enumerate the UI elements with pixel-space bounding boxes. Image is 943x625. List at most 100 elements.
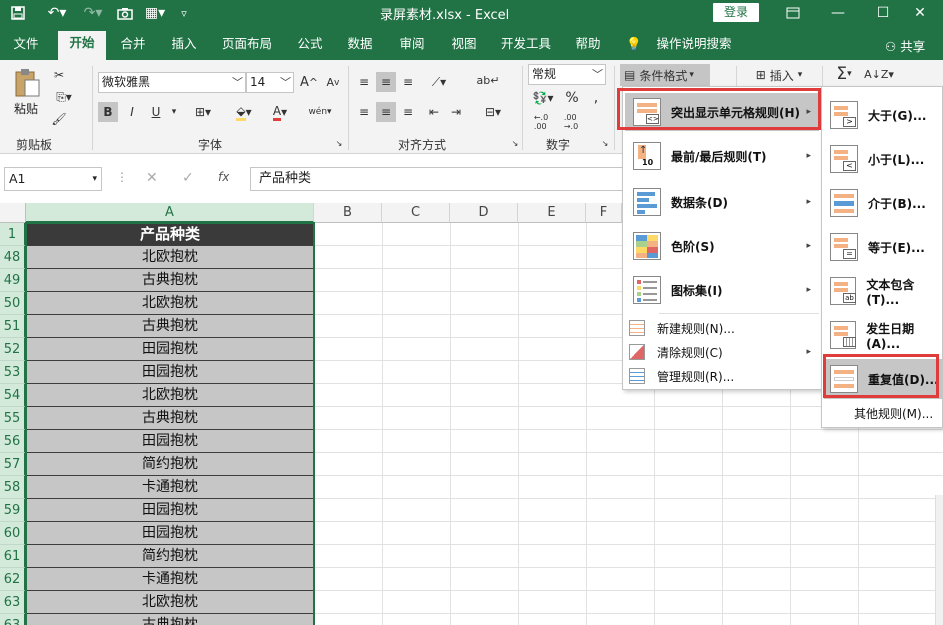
table-row[interactable]: 古典抱枕 (26, 315, 314, 338)
tab-page-layout[interactable]: 页面布局 (218, 32, 276, 60)
insert-cells-button[interactable]: ⊞ 插入 ▾ (744, 64, 814, 86)
tab-merge[interactable]: 合并 (116, 32, 150, 60)
row-header[interactable]: 63 (0, 614, 26, 625)
fill-color-icon[interactable]: ⬙ ▾ (228, 102, 260, 122)
table-row[interactable]: 古典抱枕 (26, 269, 314, 292)
align-middle-icon[interactable]: ≡ (376, 72, 396, 92)
table-row[interactable]: 简约抱枕 (26, 453, 314, 476)
close-icon[interactable]: ✕ (897, 0, 943, 26)
align-right-icon[interactable]: ≡ (398, 102, 418, 122)
confirm-icon[interactable]: ✓ (182, 170, 194, 186)
undo-icon[interactable]: ↶▾ (44, 3, 70, 23)
name-box[interactable]: A1 ▾ (4, 167, 102, 191)
vertical-scrollbar[interactable] (935, 495, 943, 625)
decrease-font-icon[interactable]: Av (322, 72, 344, 93)
row-header[interactable]: 52 (0, 338, 26, 361)
color-scales-item[interactable]: 色阶(S) ▸ (625, 227, 819, 265)
increase-indent-icon[interactable]: ⇥ (446, 102, 466, 122)
row-header[interactable]: 57 (0, 453, 26, 476)
dialog-launcher-icon[interactable]: ↘ (510, 138, 520, 148)
equal-to-item[interactable]: = 等于(E)... (824, 227, 942, 267)
column-header-a[interactable]: A (26, 203, 314, 223)
dialog-launcher-icon[interactable]: ↘ (600, 138, 610, 148)
dialog-launcher-icon[interactable]: ↘ (334, 138, 344, 148)
table-row[interactable]: 田园抱枕 (26, 430, 314, 453)
underline-button[interactable]: U (146, 102, 166, 122)
merge-center-icon[interactable]: ⊟▾ (478, 102, 508, 122)
tab-formulas[interactable]: 公式 (292, 32, 328, 60)
paste-label[interactable]: 粘贴 (14, 100, 38, 117)
row-header[interactable]: 50 (0, 292, 26, 315)
italic-button[interactable]: I (122, 102, 142, 122)
table-row[interactable]: 卡通抱枕 (26, 568, 314, 591)
table-row[interactable]: 卡通抱枕 (26, 476, 314, 499)
paste-icon[interactable] (10, 66, 44, 100)
row-header[interactable]: 54 (0, 384, 26, 407)
cut-icon[interactable]: ✂ (50, 66, 68, 84)
table-row[interactable]: 田园抱枕 (26, 499, 314, 522)
table-row[interactable]: 田园抱枕 (26, 361, 314, 384)
row-header[interactable]: 63 (0, 591, 26, 614)
table-row[interactable]: 田园抱枕 (26, 522, 314, 545)
ribbon-display-icon[interactable] (770, 0, 816, 26)
row-header[interactable]: 48 (0, 246, 26, 269)
row-header[interactable]: 55 (0, 407, 26, 430)
align-left-icon[interactable]: ≡ (354, 102, 374, 122)
row-header[interactable]: 60 (0, 522, 26, 545)
row-header[interactable]: 59 (0, 499, 26, 522)
save-icon[interactable] (8, 3, 28, 23)
qrcode-icon[interactable]: ▦▾ (140, 3, 170, 23)
table-row[interactable]: 田园抱枕 (26, 338, 314, 361)
font-name-select[interactable]: 微软雅黑 ﹀ (98, 72, 246, 93)
tab-help[interactable]: 帮助 (570, 32, 606, 60)
increase-font-icon[interactable]: A ^ (298, 72, 320, 93)
accounting-format-icon[interactable]: 💱▾ (528, 88, 558, 108)
cancel-icon[interactable]: ✕ (146, 170, 158, 186)
tab-insert[interactable]: 插入 (166, 32, 202, 60)
icon-sets-item[interactable]: 图标集(I) ▸ (625, 271, 819, 309)
tab-view[interactable]: 视图 (446, 32, 482, 60)
text-contains-item[interactable]: ab 文本包含(T)... (824, 271, 942, 311)
more-rules-item[interactable]: 其他规则(M)... (824, 403, 942, 423)
top-bottom-rules-item[interactable]: ↑ 10 最前/最后规则(T) ▸ (625, 137, 819, 175)
row-header[interactable]: 53 (0, 361, 26, 384)
percent-icon[interactable]: % (562, 88, 582, 108)
table-row[interactable]: 北欧抱枕 (26, 384, 314, 407)
tab-home[interactable]: 开始 (58, 31, 106, 60)
row-header[interactable]: 58 (0, 476, 26, 499)
new-rule-item[interactable]: 新建规则(N)... (625, 317, 819, 339)
align-center-icon[interactable]: ≡ (376, 102, 396, 122)
font-color-icon[interactable]: A ▾ (264, 102, 296, 122)
column-header-c[interactable]: C (382, 203, 450, 223)
number-format-select[interactable]: 常规 ﹀ (528, 64, 606, 85)
increase-decimal-icon[interactable]: ←.0.00 (528, 112, 554, 132)
decrease-indent-icon[interactable]: ⇤ (424, 102, 444, 122)
row-header[interactable]: 62 (0, 568, 26, 591)
between-item[interactable]: 介于(B)... (824, 183, 942, 223)
table-row[interactable]: 古典抱枕 (26, 407, 314, 430)
comma-style-icon[interactable]: , (586, 88, 606, 108)
table-row[interactable]: 北欧抱枕 (26, 246, 314, 269)
wrap-text-icon[interactable]: ab↵ (477, 70, 500, 90)
table-row[interactable]: 简约抱枕 (26, 545, 314, 568)
data-bars-item[interactable]: 数据条(D) ▸ (625, 183, 819, 221)
decrease-decimal-icon[interactable]: .00 →.0 (558, 112, 584, 132)
tab-file[interactable]: 文件 (8, 32, 44, 60)
phonetic-icon[interactable]: wén▾ (304, 102, 336, 122)
column-header-b[interactable]: B (314, 203, 382, 223)
column-header-e[interactable]: E (518, 203, 586, 223)
format-painter-icon[interactable]: 🖌 (50, 110, 68, 128)
insert-function-icon[interactable]: fx (218, 170, 229, 184)
clear-rules-item[interactable]: 清除规则(C) ▸ (625, 341, 819, 363)
row-header[interactable]: 56 (0, 430, 26, 453)
column-header-f[interactable]: F (586, 203, 622, 223)
table-row[interactable]: 古典抱枕 (26, 614, 314, 625)
row-header[interactable]: 61 (0, 545, 26, 568)
login-button[interactable]: 登录 (713, 3, 759, 22)
font-size-select[interactable]: 14 ﹀ (246, 72, 294, 93)
select-all-corner[interactable] (0, 203, 26, 223)
manage-rules-item[interactable]: 管理规则(R)... (625, 365, 819, 387)
row-header[interactable]: 1 (0, 223, 26, 246)
border-icon[interactable]: ⊞▾ (188, 102, 218, 122)
orientation-icon[interactable]: ⟋▾ (424, 72, 454, 92)
